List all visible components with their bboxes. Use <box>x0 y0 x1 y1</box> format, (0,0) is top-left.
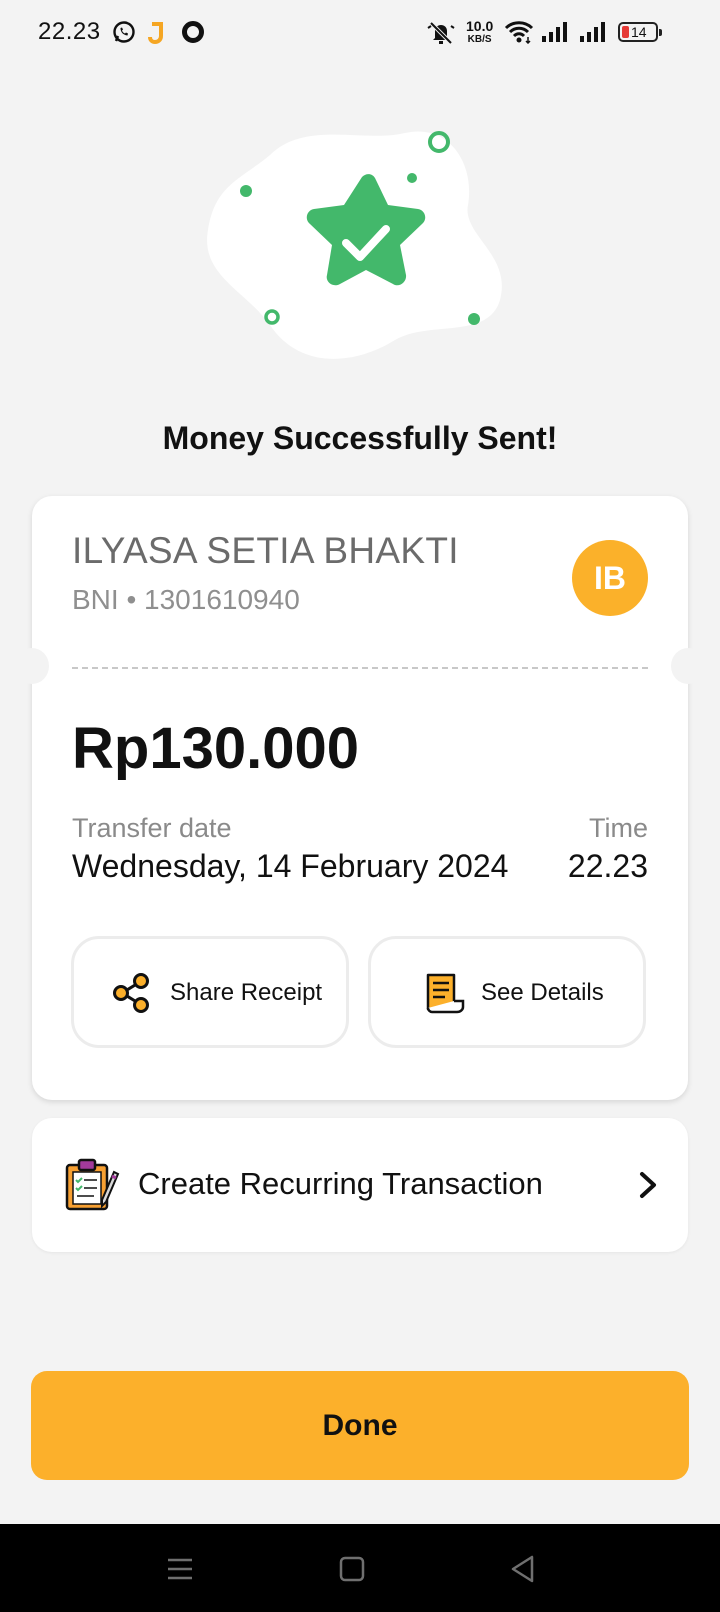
transfer-date-value: Wednesday, 14 February 2024 <box>72 848 509 884</box>
create-recurring-transaction-row[interactable]: Create Recurring Transaction <box>32 1118 688 1252</box>
battery-icon: 14 <box>618 22 662 42</box>
back-icon[interactable] <box>508 1554 538 1584</box>
transfer-date-label: Transfer date <box>72 813 232 843</box>
menu-icon[interactable] <box>165 1554 195 1584</box>
wifi-icon <box>504 21 534 44</box>
battery-tip <box>659 29 662 36</box>
system-navigation-bar <box>0 1524 720 1612</box>
ticket-notch-right <box>671 648 705 684</box>
status-time: 22.23 <box>38 18 101 45</box>
signal-icon <box>580 22 605 42</box>
share-receipt-button[interactable]: Share Receipt <box>71 936 349 1048</box>
see-details-label: See Details <box>481 979 604 1006</box>
home-icon[interactable] <box>337 1554 367 1584</box>
avatar: IB <box>572 540 648 616</box>
share-icon <box>113 973 149 1013</box>
ticket-notch-left <box>15 648 49 684</box>
done-button[interactable]: Done <box>31 1371 689 1480</box>
recipient-bank-account: BNI • 1301610940 <box>72 584 300 615</box>
success-star-check-icon <box>207 131 502 359</box>
network-speed-value: 10.0 <box>466 18 494 34</box>
transfer-amount: Rp130.000 <box>72 716 359 781</box>
ticket-divider <box>72 667 648 669</box>
network-speed-unit: KB/S <box>467 34 492 45</box>
network-speed: 10.0 KB/S <box>466 18 494 46</box>
receipt-icon <box>426 973 465 1014</box>
status-bar: 22.23 10.0 KB/S 14 <box>0 0 720 64</box>
app-notification-icon <box>148 22 163 44</box>
create-recurring-transaction-label: Create Recurring Transaction <box>138 1166 543 1201</box>
transfer-time-label: Time <box>589 813 648 843</box>
clipboard-pencil-icon <box>65 1158 120 1211</box>
see-details-button[interactable]: See Details <box>368 936 646 1048</box>
mute-icon <box>427 21 455 45</box>
battery-percent: 14 <box>631 24 647 40</box>
chevron-right-icon <box>640 1172 656 1198</box>
success-title: Money Successfully Sent! <box>162 420 558 456</box>
recipient-name: ILYASA SETIA BHAKTI <box>72 530 459 571</box>
share-receipt-label: Share Receipt <box>170 979 323 1006</box>
transfer-time-value: 22.23 <box>567 848 648 884</box>
signal-icon <box>542 22 567 42</box>
circle-app-icon <box>182 21 204 43</box>
whatsapp-icon <box>113 21 135 43</box>
battery-level <box>622 26 629 38</box>
